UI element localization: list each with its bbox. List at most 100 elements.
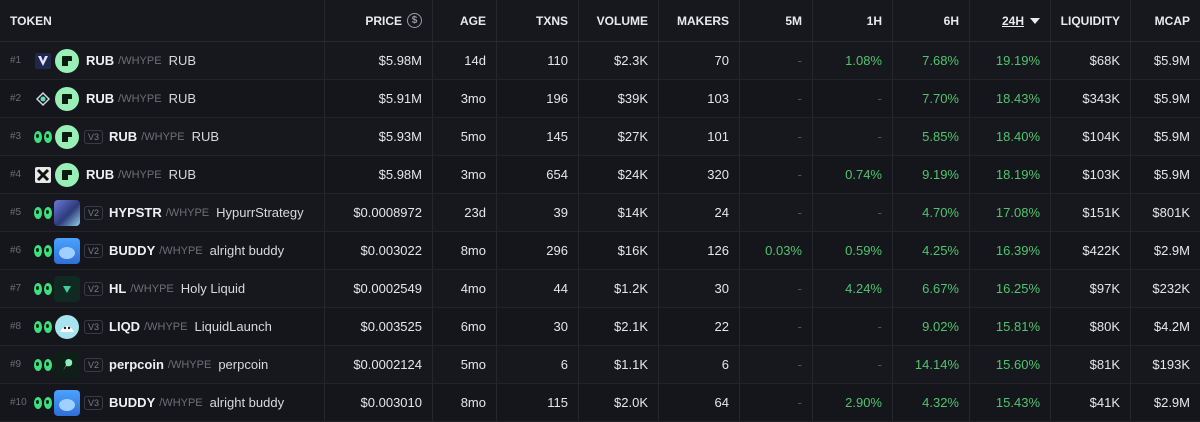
token-symbol[interactable]: BUDDY <box>109 243 155 258</box>
col-volume-header[interactable]: VOLUME <box>579 0 659 41</box>
version-badge: V2 <box>84 357 104 372</box>
eyes-icon <box>34 394 52 412</box>
change-24h-cell: 19.19% <box>970 42 1051 79</box>
table-row[interactable]: #8 V3 LIQD/WHYPE LiquidLaunch $0.003525 6mo 30… <box>0 308 1200 346</box>
token-cell[interactable]: #1 RUB/WHYPE RUB <box>0 42 325 79</box>
eyes-icon <box>34 318 52 336</box>
token-table: TOKEN PRICE $ AGE TXNS VOLUME MAKERS 5M 1… <box>0 0 1200 422</box>
table-row[interactable]: #9 V2 perpcoin/WHYPE perpcoin $0.0002124 5mo 6… <box>0 346 1200 384</box>
col-token-header[interactable]: TOKEN <box>0 0 325 41</box>
change-6h-cell: 7.68% <box>893 42 970 79</box>
makers-cell: 320 <box>659 156 740 193</box>
quote-symbol: /WHYPE <box>141 130 185 143</box>
change-5m-cell: - <box>740 156 813 193</box>
volume-cell: $1.2K <box>579 270 659 307</box>
token-cell[interactable]: #7 V2 HL/WHYPE Holy Liquid <box>0 270 325 307</box>
volume-cell: $39K <box>579 80 659 117</box>
change-1h-cell: - <box>813 80 893 117</box>
rank-label: #9 <box>10 359 22 370</box>
token-symbol[interactable]: BUDDY <box>109 395 155 410</box>
rank-label: #10 <box>10 397 27 408</box>
eyes-icon <box>34 128 52 146</box>
col-txns-header[interactable]: TXNS <box>497 0 579 41</box>
change-5m-cell: - <box>740 384 813 421</box>
change-1h-cell: 4.24% <box>813 270 893 307</box>
token-cell[interactable]: #6 V2 BUDDY/WHYPE alright buddy <box>0 232 325 269</box>
liqd-logo-icon <box>54 314 80 340</box>
token-cell[interactable]: #2 RUB/WHYPE RUB <box>0 80 325 117</box>
rank-label: #3 <box>10 131 22 142</box>
table-row[interactable]: #7 V2 HL/WHYPE Holy Liquid $0.0002549 4mo 44 $1… <box>0 270 1200 308</box>
table-row[interactable]: #5 V2 HYPSTR/WHYPE HypurrStrategy $0.0008972… <box>0 194 1200 232</box>
price-cell: $0.003525 <box>325 308 433 345</box>
change-5m-cell: - <box>740 42 813 79</box>
age-cell: 14d <box>433 42 497 79</box>
volume-cell: $2.0K <box>579 384 659 421</box>
col-1h-header[interactable]: 1H <box>813 0 893 41</box>
col-age-label: AGE <box>459 13 486 28</box>
table-row[interactable]: #10 V3 BUDDY/WHYPE alright buddy $0.003010 8m… <box>0 384 1200 422</box>
col-liquidity-header[interactable]: LIQUIDITY <box>1051 0 1131 41</box>
change-24h-cell: 15.60% <box>970 346 1051 383</box>
token-symbol[interactable]: HYPSTR <box>109 205 162 220</box>
token-cell[interactable]: #3 V3 RUB/WHYPE RUB <box>0 118 325 155</box>
table-row[interactable]: #2 RUB/WHYPE RUB $5.91M 3mo 196 $39K 103- -7.70%… <box>0 80 1200 118</box>
col-mcap-label: MCAP <box>1154 13 1190 28</box>
token-symbol[interactable]: perpcoin <box>109 357 164 372</box>
token-symbol[interactable]: LIQD <box>109 319 140 334</box>
makers-cell: 24 <box>659 194 740 231</box>
mcap-cell: $5.9M <box>1153 53 1190 68</box>
version-badge: V3 <box>84 319 104 334</box>
makers-cell: 64 <box>659 384 740 421</box>
col-mcap-header[interactable]: MCAP <box>1131 0 1200 41</box>
col-6h-header[interactable]: 6H <box>893 0 970 41</box>
version-badge: V2 <box>84 205 104 220</box>
mcap-cell: $5.9M <box>1153 167 1190 182</box>
col-5m-label: 5M <box>785 13 802 28</box>
mcap-cell: $5.9M <box>1153 91 1190 106</box>
col-price-header[interactable]: PRICE $ <box>325 0 433 41</box>
dex-logo-icon <box>54 86 80 112</box>
change-6h-cell: 14.14% <box>893 346 970 383</box>
col-age-header[interactable]: AGE <box>433 0 497 41</box>
col-1h-label: 1H <box>866 13 882 28</box>
price-cell: $0.0008972 <box>325 194 433 231</box>
token-symbol[interactable]: RUB <box>86 53 114 68</box>
token-cell[interactable]: #10 V3 BUDDY/WHYPE alright buddy <box>0 384 325 421</box>
mcap-cell: $801K <box>1152 205 1190 220</box>
token-cell[interactable]: #8 V3 LIQD/WHYPE LiquidLaunch <box>0 308 325 345</box>
txns-cell: 44 <box>497 270 579 307</box>
eyes-icon <box>34 280 52 298</box>
mcap-cell: $193K <box>1152 357 1190 372</box>
txns-cell: 115 <box>497 384 579 421</box>
col-makers-header[interactable]: MAKERS <box>659 0 740 41</box>
token-symbol[interactable]: RUB <box>86 91 114 106</box>
table-row[interactable]: #1 RUB/WHYPE RUB $5.98M 14d 110 $2.3K 70-1.08% 7… <box>0 42 1200 80</box>
change-24h-cell: 18.43% <box>970 80 1051 117</box>
token-symbol[interactable]: HL <box>109 281 126 296</box>
table-row[interactable]: #3 V3 RUB/WHYPE RUB $5.93M 5mo 145 $27K 101- -5.8… <box>0 118 1200 156</box>
age-cell: 8mo <box>433 384 497 421</box>
table-row[interactable]: #4 RUB/WHYPE RUB $5.98M 3mo 654 $24K 320-0.74% 9… <box>0 156 1200 194</box>
currency-toggle-icon[interactable]: $ <box>407 13 422 28</box>
token-cell[interactable]: #5 V2 HYPSTR/WHYPE HypurrStrategy <box>0 194 325 231</box>
liquidity-cell: $104K <box>1051 118 1131 155</box>
v-chevron-icon <box>34 52 52 70</box>
col-24h-header[interactable]: 24H <box>970 0 1051 41</box>
token-cell[interactable]: #4 RUB/WHYPE RUB <box>0 156 325 193</box>
token-cell[interactable]: #9 V2 perpcoin/WHYPE perpcoin <box>0 346 325 383</box>
quote-symbol: /WHYPE <box>118 54 162 67</box>
age-cell: 3mo <box>433 156 497 193</box>
token-name: alright buddy <box>209 243 285 258</box>
price-cell: $0.003022 <box>325 232 433 269</box>
col-5m-header[interactable]: 5M <box>740 0 813 41</box>
eyes-icon <box>34 356 52 374</box>
sort-desc-icon <box>1030 17 1040 24</box>
change-24h-cell: 15.81% <box>970 308 1051 345</box>
token-name: RUB <box>191 129 220 144</box>
change-1h-cell: 0.59% <box>813 232 893 269</box>
token-symbol[interactable]: RUB <box>109 129 137 144</box>
table-row[interactable]: #6 V2 BUDDY/WHYPE alright buddy $0.003022 8mo… <box>0 232 1200 270</box>
token-symbol[interactable]: RUB <box>86 167 114 182</box>
liquidity-cell: $97K <box>1051 270 1131 307</box>
